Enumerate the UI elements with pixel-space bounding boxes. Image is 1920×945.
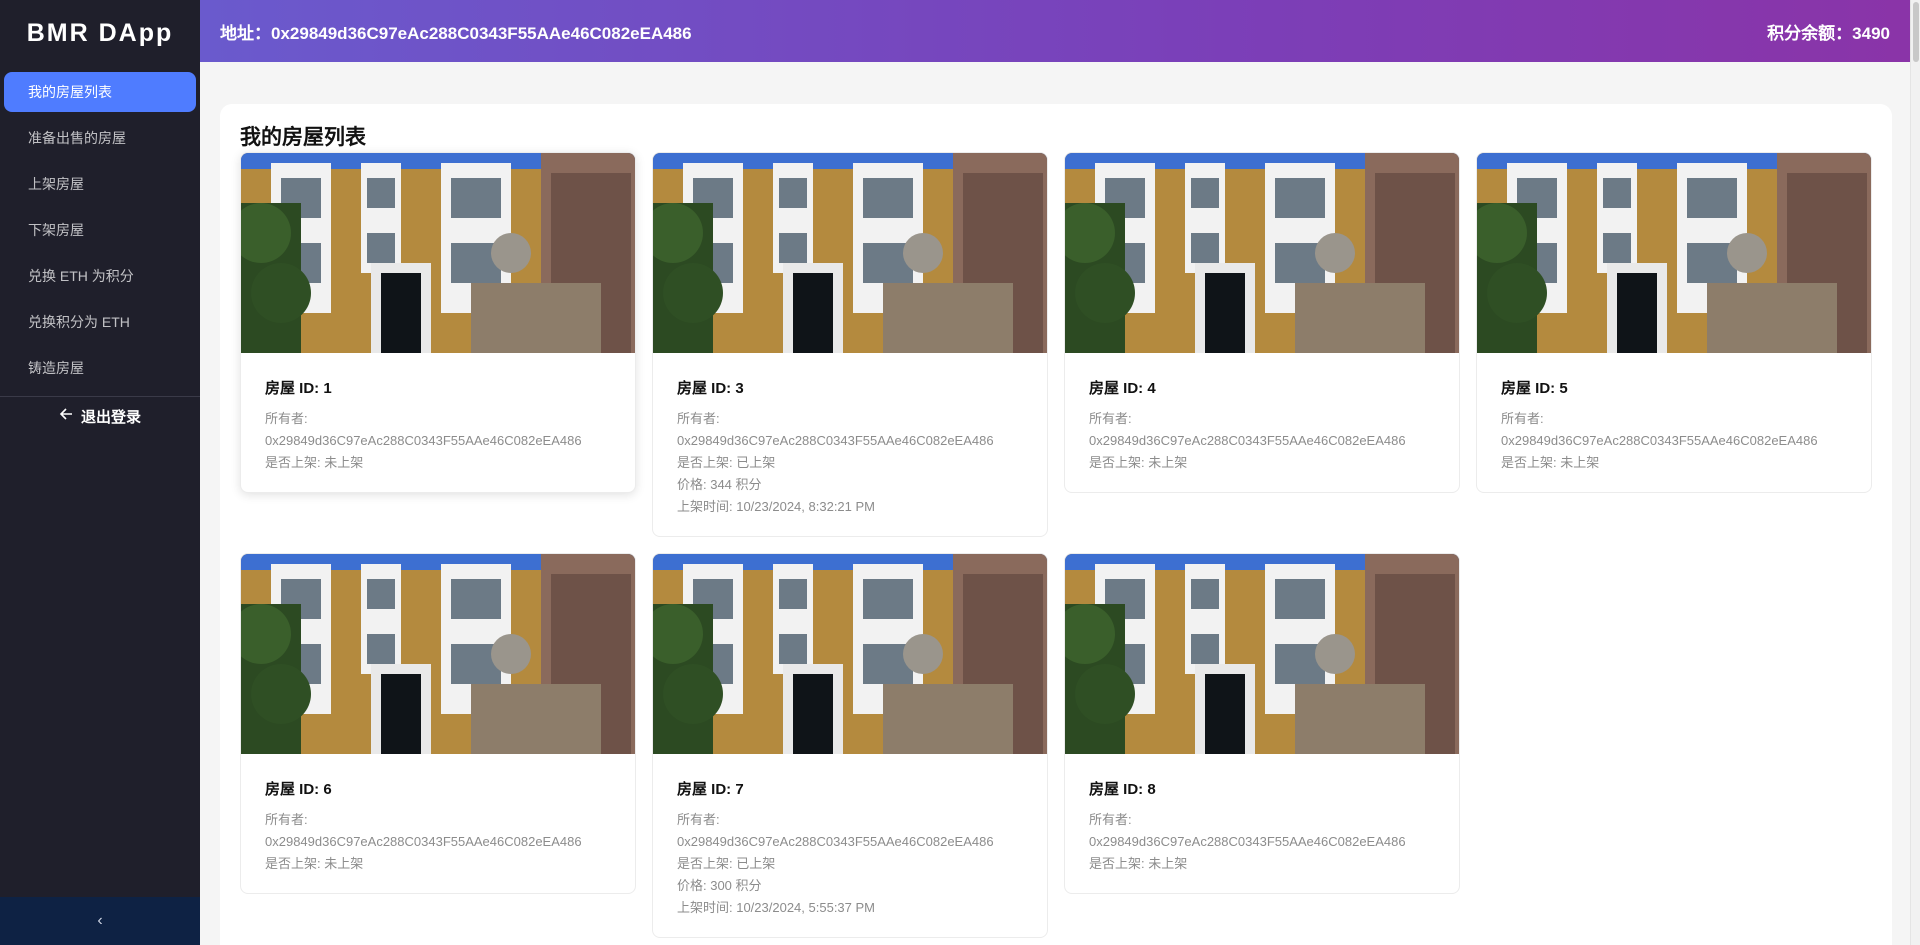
sidebar: BMR DApp 我的房屋列表 准备出售的房屋 上架房屋 下架房屋 兑换 ETH…: [0, 0, 200, 945]
house-photo: [241, 153, 635, 353]
house-listed-status: 是否上架: 未上架: [265, 856, 364, 871]
logout-button[interactable]: 退出登录: [0, 396, 200, 436]
house-title: 房屋 ID: 4: [1089, 380, 1156, 397]
sidebar-item-mint-house[interactable]: 铸造房屋: [4, 348, 196, 388]
house-owner-label: 所有者:: [1501, 411, 1544, 426]
house-card[interactable]: 房屋 ID: 8 所有者: 0x29849d36C97eAc288C0343F55A…: [1064, 553, 1460, 894]
house-card-body: 房屋 ID: 3 所有者: 0x29849d36C97eAc288C0343F55A…: [653, 353, 1047, 536]
house-card-body: 房屋 ID: 7 所有者: 0x29849d36C97eAc288C0343F55A…: [653, 754, 1047, 937]
chevron-left-icon: ‹: [97, 912, 103, 929]
house-photo: [1477, 153, 1871, 353]
scrollbar-thumb[interactable]: [1913, 2, 1919, 62]
house-owner-label: 所有者:: [265, 411, 308, 426]
app-logo: BMR DApp: [26, 18, 174, 47]
house-grid: 房屋 ID: 1 所有者: 0x29849d36C97eAc288C0343F55A…: [240, 152, 1872, 938]
house-title: 房屋 ID: 8: [1089, 781, 1156, 798]
house-owner-label: 所有者:: [677, 812, 720, 827]
main-content: 我的房屋列表 房屋 ID: 1 所有者: 0x29849d36C97eAc288C0…: [200, 62, 1910, 945]
sidebar-item-eth-to-points[interactable]: 兑换 ETH 为积分: [4, 256, 196, 296]
house-card-body: 房屋 ID: 4 所有者: 0x29849d36C97eAc288C0343F55A…: [1065, 353, 1459, 492]
sidebar-item-unlist-house[interactable]: 下架房屋: [4, 210, 196, 250]
sidebar-item-houses-for-sale[interactable]: 准备出售的房屋: [4, 118, 196, 158]
house-photo: [653, 153, 1047, 353]
house-photo: [1065, 554, 1459, 754]
house-owner-address: 0x29849d36C97eAc288C0343F55AAe46C082eEA4…: [1089, 834, 1406, 849]
house-owner-address: 0x29849d36C97eAc288C0343F55AAe46C082eEA4…: [265, 834, 582, 849]
wallet-address: 地址：0x29849d36C97eAc288C0343F55AAe46C082e…: [220, 23, 692, 43]
house-owner-label: 所有者:: [265, 812, 308, 827]
sidebar-collapse-button[interactable]: ‹: [0, 897, 200, 945]
house-owner-label: 所有者:: [1089, 411, 1132, 426]
sidebar-item-list-house[interactable]: 上架房屋: [4, 164, 196, 204]
house-title: 房屋 ID: 5: [1501, 380, 1568, 397]
sidebar-menu: 我的房屋列表 准备出售的房屋 上架房屋 下架房屋 兑换 ETH 为积分 兑换积分…: [0, 72, 200, 388]
house-photo: [653, 554, 1047, 754]
house-price: 价格: 300 积分: [677, 878, 762, 893]
house-owner-address: 0x29849d36C97eAc288C0343F55AAe46C082eEA4…: [265, 433, 582, 448]
house-card[interactable]: 房屋 ID: 3 所有者: 0x29849d36C97eAc288C0343F55A…: [652, 152, 1048, 537]
house-listed-status: 是否上架: 未上架: [1089, 455, 1188, 470]
sidebar-item-my-houses[interactable]: 我的房屋列表: [4, 72, 196, 112]
house-owner-address: 0x29849d36C97eAc288C0343F55AAe46C082eEA4…: [677, 834, 994, 849]
house-card[interactable]: 房屋 ID: 4 所有者: 0x29849d36C97eAc288C0343F55A…: [1064, 152, 1460, 493]
house-listed-time: 上架时间: 10/23/2024, 8:32:21 PM: [677, 499, 875, 514]
page-title: 我的房屋列表: [240, 126, 366, 149]
house-title: 房屋 ID: 7: [677, 781, 744, 798]
house-card-body: 房屋 ID: 1 所有者: 0x29849d36C97eAc288C0343F55A…: [241, 353, 635, 492]
house-listed-time: 上架时间: 10/23/2024, 5:55:37 PM: [677, 900, 875, 915]
house-photo: [241, 554, 635, 754]
house-price: 价格: 344 积分: [677, 477, 762, 492]
sidebar-panel: BMR DApp 我的房屋列表 准备出售的房屋 上架房屋 下架房屋 兑换 ETH…: [0, 0, 200, 897]
arrow-left-icon: [59, 407, 73, 426]
house-owner-address: 0x29849d36C97eAc288C0343F55AAe46C082eEA4…: [677, 433, 994, 448]
house-card[interactable]: 房屋 ID: 5 所有者: 0x29849d36C97eAc288C0343F55A…: [1476, 152, 1872, 493]
house-card[interactable]: 房屋 ID: 7 所有者: 0x29849d36C97eAc288C0343F55A…: [652, 553, 1048, 938]
top-header: 地址：0x29849d36C97eAc288C0343F55AAe46C082e…: [200, 0, 1910, 62]
house-owner-address: 0x29849d36C97eAc288C0343F55AAe46C082eEA4…: [1089, 433, 1406, 448]
house-owner-label: 所有者:: [677, 411, 720, 426]
house-card-body: 房屋 ID: 8 所有者: 0x29849d36C97eAc288C0343F55A…: [1065, 754, 1459, 893]
logout-label: 退出登录: [80, 409, 141, 426]
house-owner-address: 0x29849d36C97eAc288C0343F55AAe46C082eEA4…: [1501, 433, 1818, 448]
house-card-body: 房屋 ID: 6 所有者: 0x29849d36C97eAc288C0343F55A…: [241, 754, 635, 893]
house-owner-label: 所有者:: [1089, 812, 1132, 827]
house-listed-status: 是否上架: 未上架: [265, 455, 364, 470]
sidebar-item-points-to-eth[interactable]: 兑换积分为 ETH: [4, 302, 196, 342]
points-balance: 积分余额：3490: [1767, 23, 1890, 43]
house-listed-status: 是否上架: 已上架: [677, 856, 776, 871]
house-listed-status: 是否上架: 已上架: [677, 455, 776, 470]
house-title: 房屋 ID: 6: [265, 781, 332, 798]
house-listed-status: 是否上架: 未上架: [1501, 455, 1600, 470]
page-scrollbar[interactable]: [1910, 0, 1920, 945]
house-title: 房屋 ID: 1: [265, 380, 332, 397]
house-photo: [1065, 153, 1459, 353]
house-listed-status: 是否上架: 未上架: [1089, 856, 1188, 871]
house-list-panel: 我的房屋列表 房屋 ID: 1 所有者: 0x29849d36C97eAc288C0…: [220, 104, 1892, 945]
house-card[interactable]: 房屋 ID: 1 所有者: 0x29849d36C97eAc288C0343F55A…: [240, 152, 636, 493]
house-title: 房屋 ID: 3: [677, 380, 744, 397]
house-card[interactable]: 房屋 ID: 6 所有者: 0x29849d36C97eAc288C0343F55A…: [240, 553, 636, 894]
house-card-body: 房屋 ID: 5 所有者: 0x29849d36C97eAc288C0343F55A…: [1477, 353, 1871, 492]
